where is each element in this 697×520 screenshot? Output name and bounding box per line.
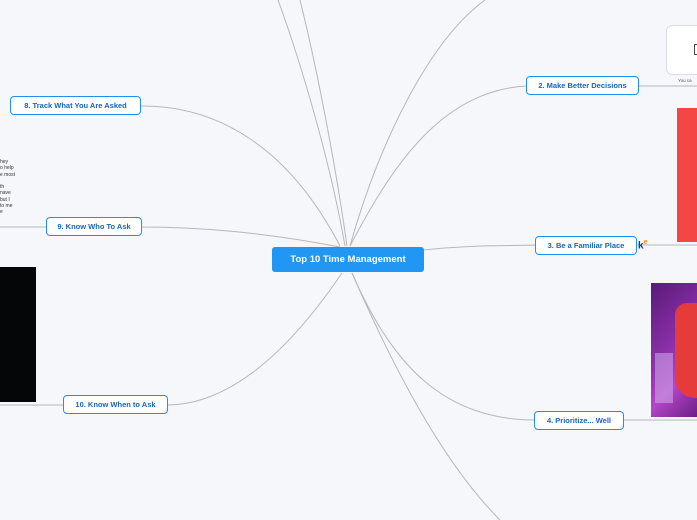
logo-mark: e [643,239,648,246]
purple-image-attachment [651,283,697,417]
logo-fragment: ke [638,239,647,251]
connector-t9 [140,226,341,248]
connector-offscreen-top-2 [299,0,348,247]
image-figure [675,303,697,398]
red-image-attachment [677,108,697,242]
topic-track-what-you-are-asked[interactable]: 8. Track What You Are Asked [10,96,141,115]
image-highlight [655,353,673,403]
topic-make-better-decisions[interactable]: 2. Make Better Decisions [526,76,639,95]
topic-prioritize-well[interactable]: 4. Prioritize... Well [534,411,624,430]
connector-offscreen-top-1 [277,0,346,247]
dark-image-attachment [0,267,36,402]
connector-offscreen-bottom-right [351,272,501,520]
connector-t10 [166,272,343,406]
connector-t8 [139,105,341,247]
central-topic[interactable]: Top 10 Time Management [272,247,424,272]
topic-know-when-to-ask[interactable]: 10. Know When to Ask [63,395,168,414]
connector-t4 [351,272,536,421]
attachment-card[interactable] [666,25,697,75]
topic-know-who-to-ask[interactable]: 9. Know Who To Ask [46,217,142,236]
topic-be-a-familiar-place[interactable]: 3. Be a Familiar Place [535,236,637,255]
card-caption: You ca [678,78,692,83]
connector-t3 [422,244,537,251]
left-note-fragment: hey o help e most th nave but I to me e [0,159,16,216]
